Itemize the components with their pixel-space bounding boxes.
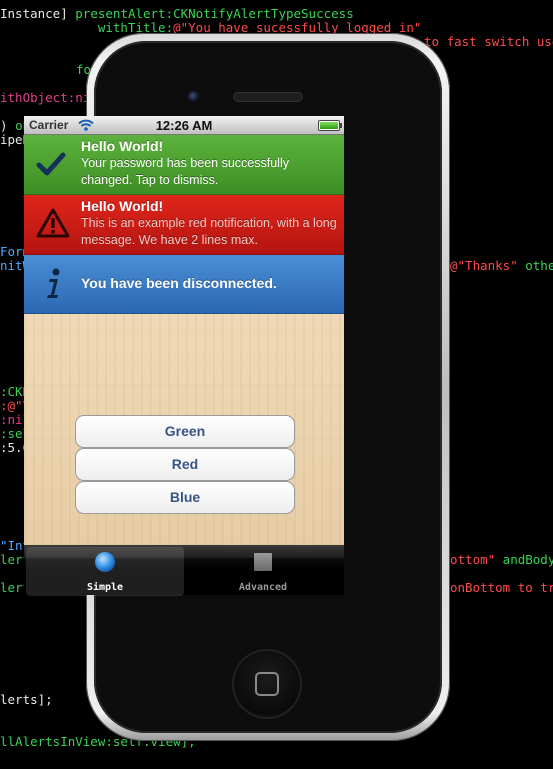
phone-screen: Carrier 12:26 AM Hello World! Your passw… [24,116,344,571]
error-notification[interactable]: Hello World! This is an example red noti… [24,195,344,255]
code-line: @"Thanks" othe [450,258,553,273]
tab-label: Simple [86,582,124,593]
camera-icon [188,91,200,103]
blue-button[interactable]: Blue [75,481,295,514]
warning-icon [36,208,70,238]
battery-icon [318,120,342,131]
code-line: to fast switch use [424,34,553,49]
code-line: onBottom to tr [450,580,553,595]
notification-message: This is an example red notification, wit… [81,216,337,247]
green-button[interactable]: Green [75,415,295,448]
checkmark-icon [36,152,66,176]
home-square-icon [255,672,279,696]
notification-title: Hello World! [81,198,164,214]
code-line: ottom" andBody:@ [450,552,553,567]
notification-message: Your password has been successfully chan… [81,156,289,187]
square-icon [254,553,272,571]
status-clock: 12:26 AM [155,118,213,133]
red-button[interactable]: Red [75,448,295,481]
code-line: lerts]; [0,692,53,707]
info-notification[interactable]: You have been disconnected. [24,255,344,314]
notification-title: You have been disconnected. [81,275,277,291]
speaker-grille [234,93,302,101]
code-line: Instance] presentAlert:CKNotifyAlertType… [0,6,354,21]
tab-advanced[interactable]: Advanced [184,547,342,596]
code-line: ithObject:nil [0,90,98,105]
notification-title: Hello World! [81,138,164,154]
status-bar: Carrier 12:26 AM [24,116,344,135]
circle-icon [95,552,115,572]
tab-label: Advanced [238,582,288,593]
tab-simple[interactable]: Simple [26,547,184,596]
info-icon [47,268,60,298]
content-area: Green Red Blue [24,314,344,545]
success-notification[interactable]: Hello World! Your password has been succ… [24,135,344,195]
home-button[interactable] [234,651,300,717]
tab-bar-items: Simple Advanced [24,547,344,596]
